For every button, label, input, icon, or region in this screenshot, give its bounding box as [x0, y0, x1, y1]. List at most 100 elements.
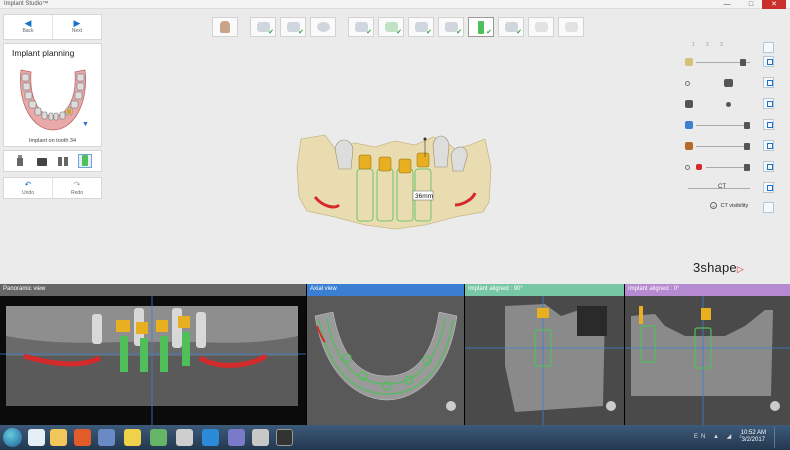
redo-button[interactable]: ↷ Redo: [53, 178, 101, 198]
chevron-down-icon[interactable]: ⌄: [710, 202, 717, 209]
tool-icon[interactable]: [252, 429, 269, 446]
implant-caption: Implant on tooth 34: [28, 138, 77, 144]
ie-icon[interactable]: [202, 429, 219, 446]
crown-visibility-row: [680, 97, 776, 113]
multi-implant-icon[interactable]: [56, 154, 70, 168]
slider-knob[interactable]: [744, 143, 750, 150]
redo-icon: ↷: [73, 180, 81, 189]
slider-knob[interactable]: [744, 122, 750, 129]
abutment-toggle-button[interactable]: [763, 77, 774, 88]
tooth-icon: [685, 142, 693, 150]
implant-toggle-button[interactable]: [763, 119, 774, 130]
patient-icon[interactable]: [212, 17, 238, 37]
crown-toggle-button[interactable]: [763, 98, 774, 109]
start-button[interactable]: [3, 428, 22, 447]
clock-time: 10:52 AM: [740, 430, 766, 436]
back-button[interactable]: ◀ Back: [4, 15, 53, 39]
maximize-button[interactable]: □: [742, 0, 760, 9]
panoramic-viewport[interactable]: Panoramic view: [0, 284, 306, 425]
app-title: Implant Studio™: [4, 1, 49, 7]
step-number: 2: [706, 42, 709, 48]
implant-icon[interactable]: ✔: [468, 17, 494, 37]
radio-icon[interactable]: [726, 102, 731, 107]
orientation-gizmo-icon[interactable]: [606, 401, 616, 411]
implant-placement-icon[interactable]: [78, 154, 93, 168]
show-desktop-button[interactable]: [774, 427, 788, 448]
segmentation-icon[interactable]: [310, 17, 336, 37]
tooth-toggle-button[interactable]: [763, 140, 774, 151]
title-bar: Implant Studio™ — □ ✕: [0, 0, 790, 9]
step-number: 1: [692, 42, 695, 48]
next-button[interactable]: ▶ Next: [53, 15, 101, 39]
ct-import-icon[interactable]: ✔: [280, 17, 306, 37]
nerve-visibility-row: [680, 160, 776, 176]
ct-visibility-control[interactable]: ⌄ CT visibility: [680, 202, 776, 214]
nerve-icon[interactable]: ✔: [408, 17, 434, 37]
notion-icon[interactable]: [276, 429, 293, 446]
svg-text:▼: ▼: [82, 121, 89, 128]
ct-settings-button[interactable]: [763, 202, 774, 213]
app-icon[interactable]: [228, 429, 245, 446]
scan-align-icon[interactable]: ✔: [348, 17, 374, 37]
clock[interactable]: 10:52 AM 3/2/2017: [741, 430, 766, 444]
scan-toggle-button[interactable]: [763, 56, 774, 67]
jaw-overview-image[interactable]: ▼: [15, 64, 91, 136]
layer-toggle-button[interactable]: [763, 42, 774, 53]
aligned90-viewport[interactable]: Implant aligned : 90°: [465, 284, 624, 425]
language-indicator[interactable]: EN: [694, 434, 708, 440]
aligned90-header: Implant aligned : 90°: [465, 284, 624, 296]
step-numbers: 1 2 3: [680, 42, 776, 53]
tooth-visibility-row: [680, 139, 776, 155]
sleeve-icon[interactable]: ✔: [498, 17, 524, 37]
aligned0-image[interactable]: [625, 296, 790, 425]
axial-image[interactable]: [307, 296, 464, 425]
implant-opacity-slider[interactable]: [696, 125, 750, 126]
nerve-toggle-button[interactable]: [763, 161, 774, 172]
export-icon[interactable]: [558, 17, 584, 37]
orientation-gizmo-icon[interactable]: [770, 401, 780, 411]
aligned0-viewport[interactable]: Implant aligned : 0°: [625, 284, 790, 425]
implant-blue-icon: [685, 121, 693, 129]
ct-toggle-button[interactable]: [763, 182, 774, 193]
implant-component-icon[interactable]: [13, 154, 27, 168]
panoramic-image[interactable]: [0, 296, 306, 425]
slider-knob[interactable]: [744, 164, 750, 171]
taskbar: EN ▲ ◢ ♪ 10:52 AM 3/2/2017: [0, 425, 790, 450]
panoramic-header: Panoramic view: [0, 284, 306, 296]
explorer-icon[interactable]: [50, 429, 67, 446]
ct-visibility-label: CT visibility: [720, 202, 749, 209]
notes-icon[interactable]: [124, 429, 141, 446]
chrome-icon[interactable]: [28, 429, 45, 446]
orientation-gizmo-icon[interactable]: [446, 401, 456, 411]
minimize-button[interactable]: —: [718, 0, 736, 9]
panel-title: Implant planning: [12, 48, 75, 58]
ruler-icon[interactable]: [176, 429, 193, 446]
tray-icons[interactable]: EN ▲ ◢ ♪: [694, 433, 745, 440]
aligned90-image[interactable]: [465, 296, 624, 425]
3d-model-view[interactable]: 36mm: [295, 127, 495, 242]
vx-icon[interactable]: [98, 429, 115, 446]
implant-planning-panel: Implant planning ▼ Implant on tooth 34: [3, 43, 102, 147]
undo-button[interactable]: ↶ Undo: [4, 178, 53, 198]
abutment-visibility-row: [680, 76, 776, 92]
close-button[interactable]: ✕: [762, 0, 786, 9]
ct-slider-right[interactable]: [726, 188, 750, 189]
excel-icon[interactable]: [150, 429, 167, 446]
arrow-left-icon: ◀: [24, 18, 32, 28]
tooth-design-icon[interactable]: ✔: [438, 17, 464, 37]
tooth-opacity-slider[interactable]: [696, 146, 750, 147]
radio-icon[interactable]: [685, 81, 690, 86]
axial-header: Axial view: [307, 284, 464, 296]
abutment-component-icon[interactable]: [35, 154, 49, 168]
radio-icon[interactable]: [685, 165, 690, 170]
scan-import-icon[interactable]: ✔: [250, 17, 276, 37]
crown-icon: [685, 100, 693, 108]
guide-icon[interactable]: [528, 17, 554, 37]
jaw-icon[interactable]: ✔: [378, 17, 404, 37]
media-icon[interactable]: [74, 429, 91, 446]
axial-viewport[interactable]: Axial view: [307, 284, 464, 425]
implant-visibility-row: [680, 118, 776, 134]
slider-knob[interactable]: [740, 59, 746, 66]
aligned0-header: Implant aligned : 0°: [625, 284, 790, 296]
brand-mark: ▷: [736, 264, 744, 274]
